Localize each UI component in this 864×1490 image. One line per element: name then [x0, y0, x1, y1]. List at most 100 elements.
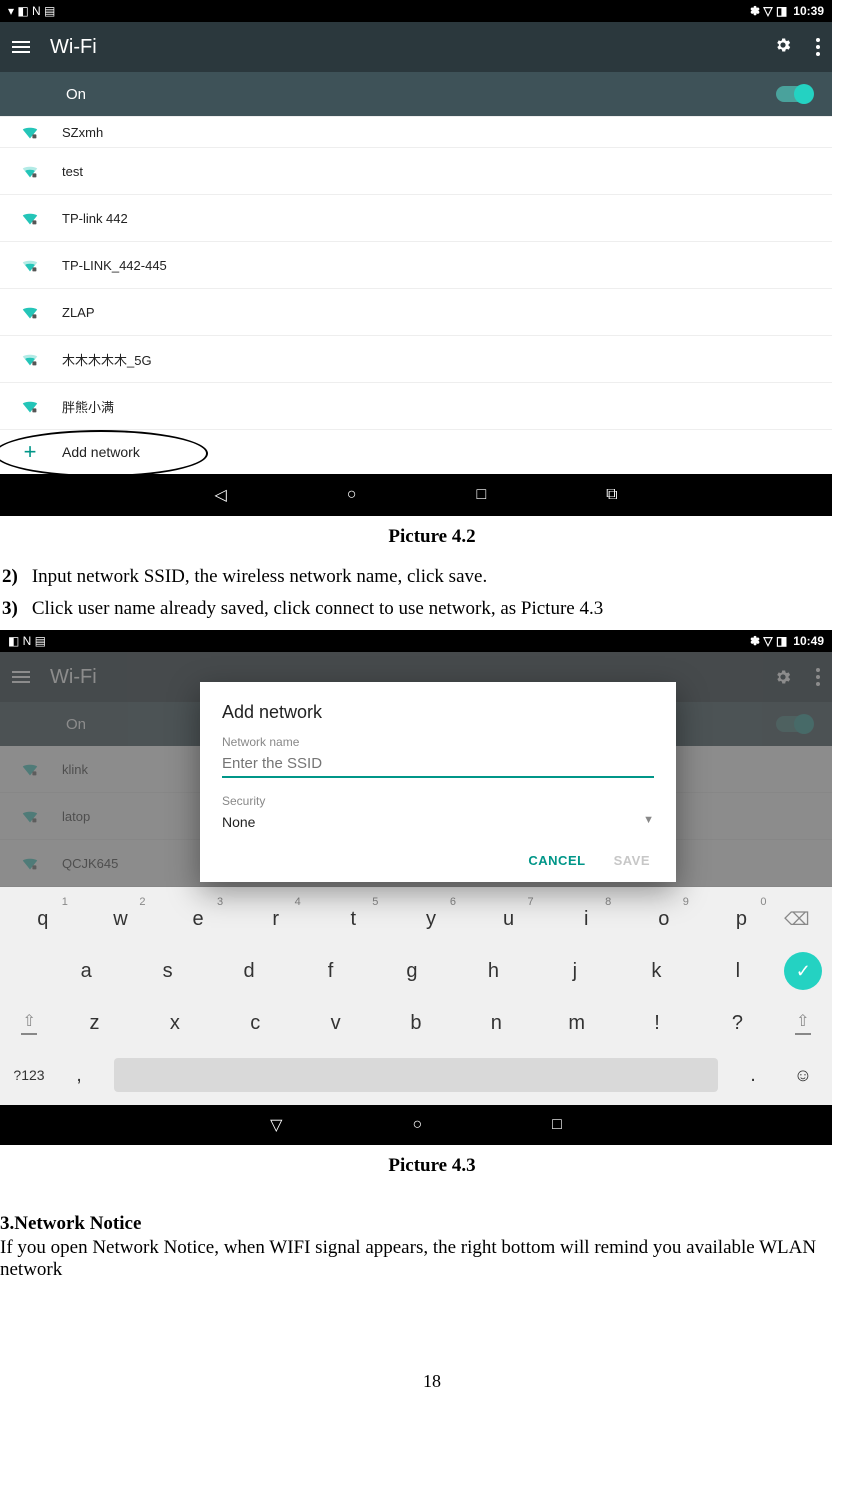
hamburger-icon [12, 46, 30, 48]
key-g[interactable]: g [377, 960, 447, 983]
key-![interactable]: ! [622, 1012, 692, 1035]
home-button[interactable]: ○ [412, 1116, 422, 1134]
wifi-icon [20, 398, 40, 414]
backspace-key[interactable]: ⌫ [784, 909, 824, 930]
key-e[interactable]: e3 [163, 908, 233, 931]
key-l[interactable]: l [703, 960, 773, 983]
save-button[interactable]: SAVE [614, 853, 650, 868]
step-text: Input network SSID, the wireless network… [32, 566, 487, 588]
section-title: 3.Network Notice [0, 1213, 864, 1235]
wifi-icon [20, 163, 40, 179]
clock: 10:49 [793, 634, 824, 648]
key-k[interactable]: k [621, 960, 691, 983]
page-number: 18 [0, 1371, 864, 1392]
key-j[interactable]: j [540, 960, 610, 983]
cancel-button[interactable]: CANCEL [528, 853, 585, 868]
wifi-icon [20, 257, 40, 273]
key-c[interactable]: c [220, 1012, 290, 1035]
status-bar: ▾ ◧ N ▤ ✽ ▽ ◨ 10:39 [0, 0, 832, 22]
key-y[interactable]: y6 [396, 908, 466, 931]
step-3: 3) Click user name already saved, click … [2, 594, 864, 624]
screenshot-button[interactable]: ⧉ [606, 486, 617, 504]
network-name: test [62, 164, 83, 179]
section-body: If you open Network Notice, when WIFI si… [0, 1237, 864, 1281]
network-row[interactable]: TP-LINK_442-445 [0, 242, 832, 289]
key-?[interactable]: ? [702, 1012, 772, 1035]
network-name: TP-link 442 [62, 211, 128, 226]
key-p[interactable]: p0 [706, 908, 776, 931]
network-row[interactable]: TP-link 442 [0, 195, 832, 242]
key-u[interactable]: u7 [474, 908, 544, 931]
screenshot-wifi-list: ▾ ◧ N ▤ ✽ ▽ ◨ 10:39 Wi-Fi On SZxmh test … [0, 0, 832, 516]
dialog-title: Add network [222, 702, 654, 723]
gear-icon [774, 36, 792, 54]
key-v[interactable]: v [301, 1012, 371, 1035]
more-button[interactable] [816, 38, 820, 56]
shift-key[interactable]: ⇧ [9, 1011, 49, 1035]
key-d[interactable]: d [214, 960, 284, 983]
mode-key[interactable]: ?123 [4, 1067, 54, 1083]
enter-key[interactable]: ✓ [784, 952, 822, 990]
network-name: SZxmh [62, 125, 103, 140]
key-n[interactable]: n [461, 1012, 531, 1035]
step-2: 2) Input network SSID, the wireless netw… [2, 562, 864, 592]
security-label: Security [222, 794, 654, 808]
wifi-toggle-row: On [0, 72, 832, 116]
soft-keyboard: q1 w2 e3 r4 t5 y6 u7 i8 o9 p0 ⌫ asdfghjkl ✓ ⇧ zxcvbn… [0, 887, 832, 1105]
network-row[interactable]: 木木木木木_5G [0, 336, 832, 383]
network-row[interactable]: 胖熊小满 [0, 383, 832, 430]
key-h[interactable]: h [458, 960, 528, 983]
shift-key[interactable]: ⇧ [783, 1011, 823, 1035]
key-w[interactable]: w2 [85, 908, 155, 931]
key-x[interactable]: x [140, 1012, 210, 1035]
step-number: 3) [2, 598, 18, 620]
network-list: SZxmh test TP-link 442 TP-LINK_442-445 Z… [0, 116, 832, 430]
overview-button[interactable]: □ [476, 486, 486, 504]
clock: 10:39 [793, 4, 824, 18]
dropdown-icon: ▼ [643, 814, 654, 830]
network-row[interactable]: SZxmh [0, 116, 832, 148]
key-m[interactable]: m [542, 1012, 612, 1035]
security-select[interactable]: None ▼ [222, 808, 654, 835]
key-q[interactable]: q1 [8, 908, 78, 931]
bluetooth-icon: ✽ ▽ ◨ [750, 4, 787, 18]
key-f[interactable]: f [296, 960, 366, 983]
back-button[interactable]: ◁ [214, 485, 226, 505]
settings-button[interactable] [774, 36, 792, 59]
space-key[interactable] [114, 1058, 718, 1092]
network-name: 木木木木木_5G [62, 350, 152, 369]
hide-keyboard-button[interactable]: ▽ [270, 1115, 282, 1135]
network-row[interactable]: ZLAP [0, 289, 832, 336]
emoji-key[interactable]: ☺ [778, 1065, 828, 1086]
status-icons: ◧ N ▤ [8, 634, 46, 648]
step-number: 2) [2, 566, 18, 588]
menu-button[interactable] [12, 46, 30, 48]
key-t[interactable]: t5 [318, 908, 388, 931]
wifi-icon [20, 210, 40, 226]
wifi-icon [20, 351, 40, 367]
key-o[interactable]: o9 [629, 908, 699, 931]
network-row[interactable]: test [0, 148, 832, 195]
network-name-label: Network name [222, 735, 654, 749]
key-s[interactable]: s [133, 960, 203, 983]
status-bar: ◧ N ▤ ✽ ▽ ◨ 10:49 [0, 630, 832, 652]
key-i[interactable]: i8 [551, 908, 621, 931]
key-r[interactable]: r4 [241, 908, 311, 931]
dimmed-background: Wi-Fi On klink latop QCJK645 Add network… [0, 652, 832, 887]
nav-bar: ▽ ○ □ [0, 1105, 832, 1145]
key-b[interactable]: b [381, 1012, 451, 1035]
comma-key[interactable]: , [54, 1064, 104, 1087]
page-title: Wi-Fi [50, 36, 754, 59]
add-network-row[interactable]: + Add network [0, 430, 832, 474]
overview-button[interactable]: □ [552, 1116, 562, 1134]
network-name: ZLAP [62, 305, 95, 320]
period-key[interactable]: . [728, 1064, 778, 1087]
wifi-toggle[interactable] [776, 86, 812, 102]
key-z[interactable]: z [60, 1012, 130, 1035]
key-a[interactable]: a [51, 960, 121, 983]
screenshot-add-network: ◧ N ▤ ✽ ▽ ◨ 10:49 Wi-Fi On klink latop [0, 630, 832, 1145]
home-button[interactable]: ○ [347, 486, 357, 504]
app-bar: Wi-Fi [0, 22, 832, 72]
caption-4-3: Picture 4.3 [0, 1151, 864, 1181]
ssid-input[interactable] [222, 749, 654, 778]
